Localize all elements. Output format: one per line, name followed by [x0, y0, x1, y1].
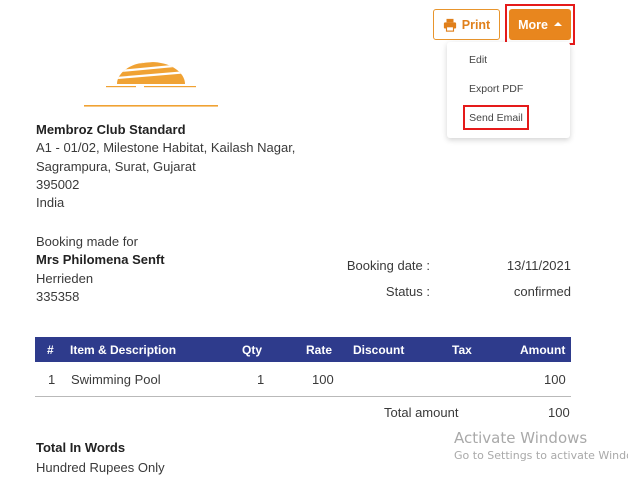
caret-up-icon	[553, 21, 562, 26]
guest-name: Mrs Philomena Senft	[36, 252, 165, 268]
company-country: India	[36, 195, 65, 211]
table-divider	[35, 396, 571, 397]
menu-item-send-email[interactable]: Send Email	[463, 105, 529, 130]
activate-windows-title: Activate Windows	[454, 429, 588, 447]
company-name: Membroz Club Standard	[36, 122, 186, 137]
more-button[interactable]: More	[509, 9, 571, 40]
company-logo	[84, 62, 218, 107]
more-label: More	[518, 17, 548, 32]
guest-postcode: 335358	[36, 288, 80, 304]
activate-windows-subtitle: Go to Settings to activate Window	[454, 449, 628, 462]
total-in-words-title: Total In Words	[36, 440, 126, 455]
company-address: Membroz Club Standard A1 - 01/02, Milest…	[36, 121, 295, 212]
total-amount-value: 100	[548, 405, 570, 420]
col-qty: Qty	[242, 343, 263, 357]
col-discount: Discount	[353, 343, 405, 357]
print-label: Print	[461, 17, 491, 32]
row-rate: 100	[312, 372, 334, 387]
row-qty: 1	[257, 372, 265, 387]
row-item: Swimming Pool	[71, 372, 161, 387]
booking-recipient: Booking made for Mrs Philomena Senft Her…	[36, 233, 165, 306]
col-number: #	[47, 343, 54, 357]
row-amount: 100	[544, 372, 566, 387]
booking-intro: Booking made for	[36, 234, 138, 249]
items-table-header: # Item & Description Qty Rate Discount T…	[35, 337, 571, 362]
more-dropdown-menu: Edit Export PDF Send Email	[447, 42, 570, 138]
guest-city: Herrieden	[36, 270, 94, 286]
printer-icon	[443, 18, 456, 32]
send-email-label: Send Email	[469, 111, 523, 124]
total-amount-label: Total amount	[384, 405, 459, 420]
status-label: Status :	[385, 284, 430, 299]
address-line-1: A1 - 01/02, Milestone Habitat, Kailash N…	[36, 140, 296, 156]
address-line-2: Sagrampura, Surat, Gujarat	[36, 158, 196, 174]
print-button[interactable]: Print	[433, 9, 500, 40]
col-amount: Amount	[520, 343, 566, 357]
status-value: confirmed	[513, 284, 571, 299]
menu-item-export-pdf[interactable]: Export PDF	[469, 83, 523, 95]
menu-item-edit[interactable]: Edit	[469, 54, 487, 66]
booking-date-label: Booking date :	[346, 258, 430, 273]
more-button-highlight: More	[505, 4, 575, 45]
total-in-words-value: Hundred Rupees Only	[36, 460, 165, 475]
booking-date-value: 13/11/2021	[506, 258, 571, 273]
col-tax: Tax	[452, 343, 472, 357]
col-item-description: Item & Description	[70, 343, 177, 357]
row-number: 1	[48, 372, 56, 387]
company-postcode: 395002	[36, 176, 80, 192]
col-rate: Rate	[306, 343, 333, 357]
